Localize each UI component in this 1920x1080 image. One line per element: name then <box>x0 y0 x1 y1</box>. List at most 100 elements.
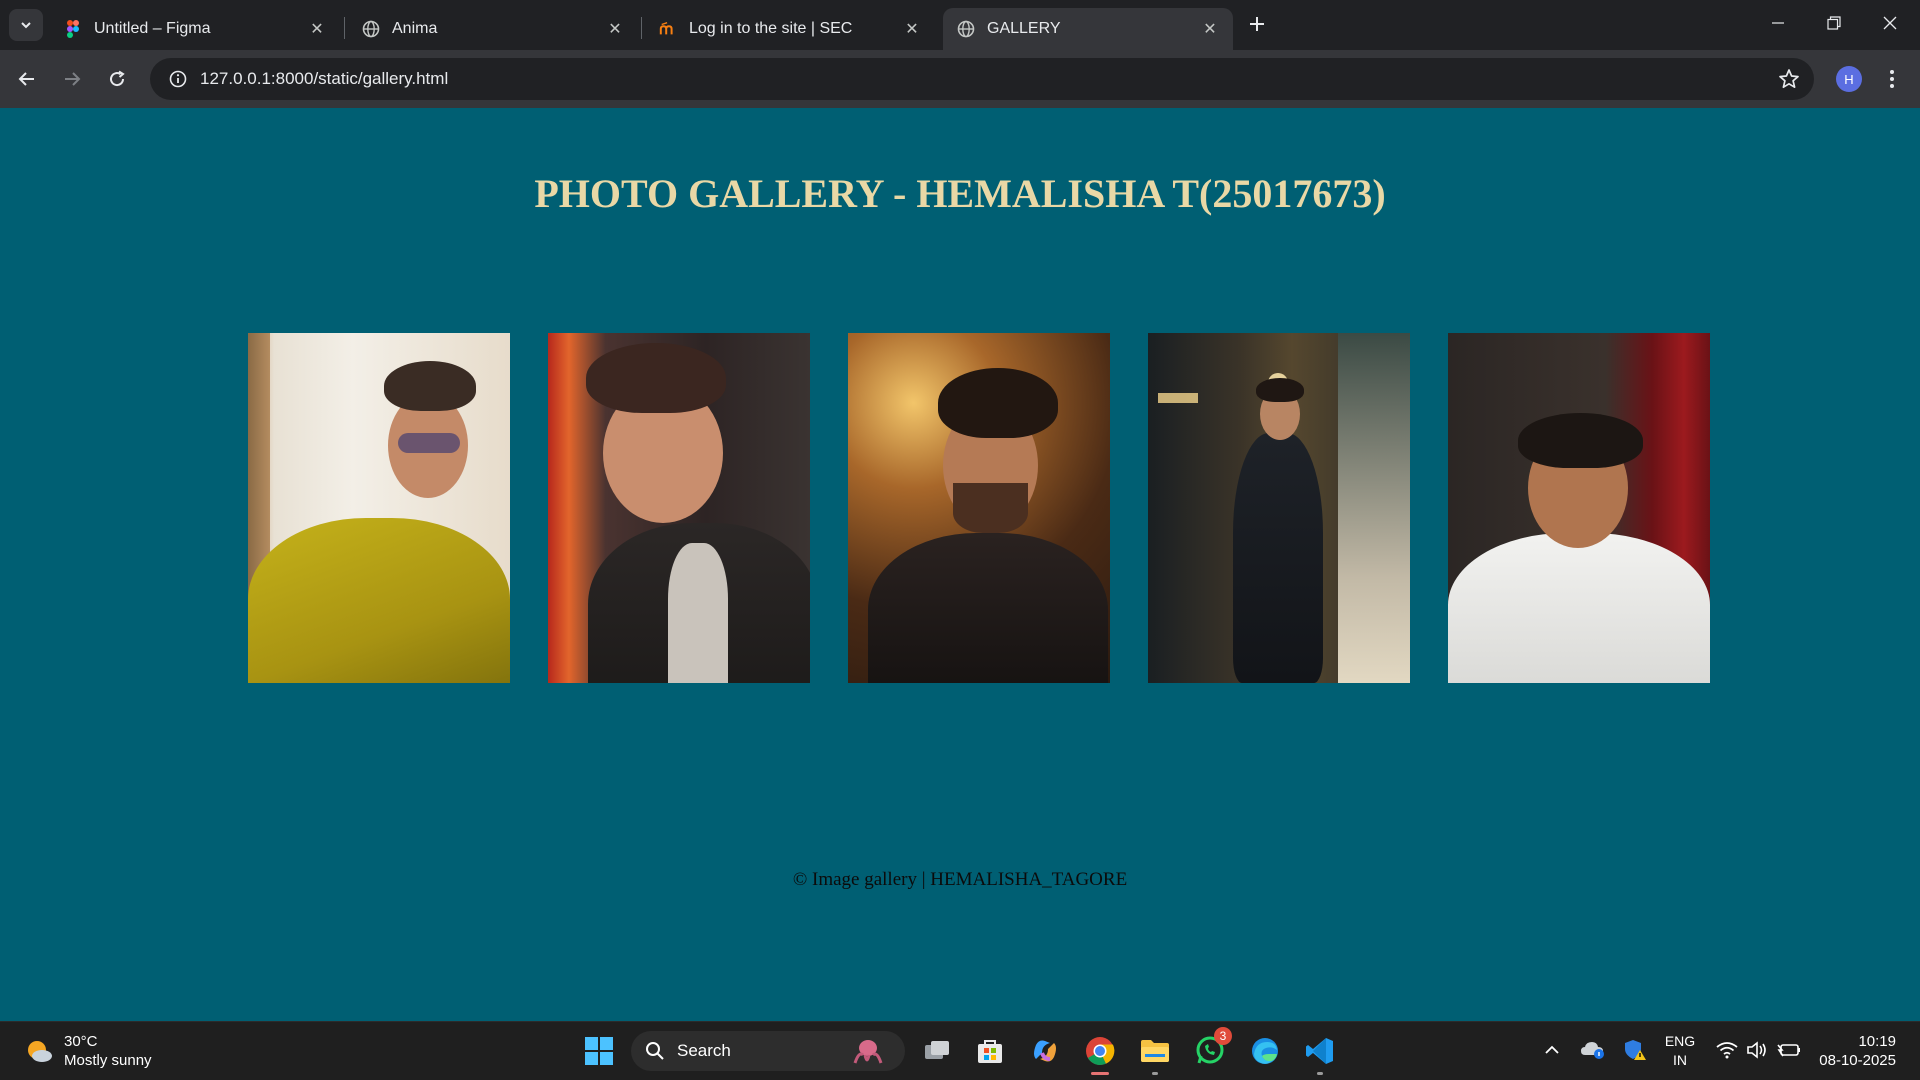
tab-title: Anima <box>392 20 438 37</box>
wifi-tray-button[interactable] <box>1713 1032 1741 1068</box>
close-icon[interactable]: ✕ <box>1201 20 1219 38</box>
reload-button[interactable] <box>100 62 134 96</box>
search-icon <box>646 1042 664 1060</box>
edge-icon <box>1252 1038 1278 1064</box>
weather-sun-icon <box>24 1036 54 1066</box>
gallery-photo-3[interactable] <box>848 333 1110 683</box>
address-bar[interactable]: 127.0.0.1:8000/static/gallery.html <box>150 58 1814 100</box>
wifi-icon <box>1716 1042 1738 1059</box>
weather-description: Mostly sunny <box>64 1052 152 1069</box>
tab-search-button[interactable] <box>9 9 43 41</box>
close-icon[interactable]: ✕ <box>606 20 624 38</box>
minimize-icon <box>1772 22 1784 24</box>
chrome-icon <box>1086 1037 1115 1065</box>
battery-charging-icon <box>1777 1044 1800 1057</box>
more-menu-button[interactable] <box>1882 64 1902 94</box>
file-explorer-button[interactable] <box>1137 1033 1173 1075</box>
tab-title: Log in to the site | SEC <box>689 20 853 37</box>
onedrive-tray-button[interactable] <box>1578 1032 1608 1068</box>
cloud-icon <box>1581 1042 1604 1059</box>
forward-button[interactable] <box>55 62 89 96</box>
clock-time: 10:19 <box>1858 1033 1896 1050</box>
vscode-icon <box>1306 1038 1333 1064</box>
minimize-button[interactable] <box>1750 0 1806 46</box>
chrome-taskbar-button[interactable] <box>1082 1033 1118 1075</box>
arrow-left-icon <box>18 72 34 86</box>
photo-gallery <box>248 333 1710 683</box>
restore-button[interactable] <box>1806 0 1862 46</box>
volume-tray-button[interactable] <box>1743 1032 1771 1068</box>
tab-figma[interactable]: Untitled – Figma ✕ <box>50 8 340 50</box>
octopus-icon <box>853 1040 883 1064</box>
back-button[interactable] <box>10 62 44 96</box>
start-button[interactable] <box>581 1033 617 1069</box>
reload-icon <box>110 70 125 87</box>
kebab-menu-icon <box>1890 70 1894 88</box>
close-icon[interactable]: ✕ <box>308 20 326 38</box>
gallery-photo-4[interactable] <box>1148 333 1410 683</box>
show-hidden-icons-button[interactable] <box>1540 1032 1564 1068</box>
search-label: Search <box>677 1041 731 1060</box>
tab-anima[interactable]: Anima ✕ <box>348 8 638 50</box>
language-code: ENG <box>1664 1033 1696 1049</box>
browser-tab-strip: Untitled – Figma ✕ Anima ✕ Log in to the… <box>0 0 1920 50</box>
page-footer: © Image gallery | HEMALISHA_TAGORE <box>792 869 1128 890</box>
language-indicator[interactable]: ENG IN <box>1660 1032 1700 1070</box>
browser-toolbar: 127.0.0.1:8000/static/gallery.html H <box>0 50 1920 108</box>
weather-widget[interactable]: 30°C Mostly sunny <box>24 1032 152 1070</box>
chevron-up-icon <box>1545 1045 1559 1054</box>
gallery-photo-2[interactable] <box>548 333 810 683</box>
page-title: PHOTO GALLERY - HEMALISHA T(25017673) <box>534 171 1386 216</box>
copilot-icon <box>1034 1040 1056 1062</box>
edge-button[interactable] <box>1247 1033 1283 1069</box>
chevron-down-icon <box>21 22 31 29</box>
taskbar-search[interactable]: Search <box>631 1031 905 1071</box>
new-tab-button[interactable] <box>1243 10 1271 38</box>
gallery-photo-1[interactable] <box>248 333 510 683</box>
vscode-button[interactable] <box>1302 1033 1338 1075</box>
url-text[interactable]: 127.0.0.1:8000/static/gallery.html <box>200 69 448 89</box>
weather-temperature: 30°C <box>64 1033 98 1050</box>
profile-avatar[interactable]: H <box>1836 66 1862 92</box>
globe-icon <box>957 20 975 38</box>
tab-title: Untitled – Figma <box>94 20 211 37</box>
close-window-button[interactable] <box>1862 0 1918 46</box>
speaker-icon <box>1747 1041 1766 1059</box>
tab-sec-login[interactable]: Log in to the site | SEC ✕ <box>645 8 935 50</box>
tab-gallery[interactable]: GALLERY ✕ <box>943 8 1233 50</box>
clock-date: 08-10-2025 <box>1819 1052 1896 1069</box>
task-view-button[interactable] <box>919 1033 955 1069</box>
store-icon <box>978 1040 1002 1063</box>
active-app-indicator <box>1091 1072 1109 1075</box>
battery-tray-button[interactable] <box>1773 1032 1803 1068</box>
windows-logo-icon <box>585 1037 613 1065</box>
plus-icon <box>1250 17 1264 31</box>
site-info-icon[interactable] <box>158 58 198 100</box>
folder-icon <box>1141 1040 1169 1062</box>
region-code: IN <box>1673 1052 1687 1068</box>
globe-icon <box>362 20 380 38</box>
restore-icon <box>1827 16 1841 30</box>
close-icon[interactable]: ✕ <box>903 20 921 38</box>
close-icon <box>1883 16 1897 30</box>
tab-title: GALLERY <box>987 20 1061 37</box>
bookmark-star-icon[interactable] <box>1778 68 1800 90</box>
windows-taskbar: 30°C Mostly sunny Search 3 ENG IN 10:19 … <box>0 1021 1920 1080</box>
microsoft-store-button[interactable] <box>972 1033 1008 1069</box>
open-app-indicator <box>1152 1072 1158 1075</box>
task-view-icon <box>925 1041 949 1059</box>
open-app-indicator <box>1317 1072 1323 1075</box>
system-clock[interactable]: 10:19 08-10-2025 <box>1810 1032 1896 1070</box>
gallery-photo-5[interactable] <box>1448 333 1710 683</box>
moodle-icon <box>659 20 677 38</box>
notification-badge: 3 <box>1214 1027 1232 1045</box>
tab-separator <box>344 17 345 39</box>
shield-warning-icon <box>1625 1040 1646 1060</box>
arrow-right-icon <box>65 72 81 86</box>
figma-icon <box>64 20 82 38</box>
page-content: PHOTO GALLERY - HEMALISHA T(25017673) © … <box>0 108 1920 1021</box>
whatsapp-button[interactable]: 3 <box>1192 1027 1232 1069</box>
security-tray-button[interactable] <box>1620 1032 1650 1068</box>
copilot-button[interactable] <box>1027 1033 1063 1069</box>
tab-separator <box>641 17 642 39</box>
